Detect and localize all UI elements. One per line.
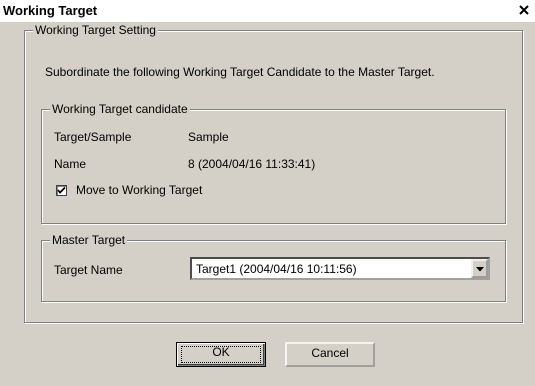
title-bar[interactable]: Working Target <box>0 0 535 22</box>
target-name-dropdown[interactable]: Target1 (2004/04/16 10:11:56) <box>190 257 490 280</box>
group-label-master-target: Master Target <box>50 233 128 247</box>
target-name-label: Target Name <box>54 263 123 277</box>
focus-rectangle <box>181 346 261 363</box>
master-target-group: Master Target Target Name Target1 (2004/… <box>41 233 506 302</box>
target-name-selected-value: Target1 (2004/04/16 10:11:56) <box>196 262 357 276</box>
working-target-setting-group: Working Target Setting Subordinate the f… <box>24 23 523 323</box>
cancel-button[interactable]: Cancel <box>285 342 375 367</box>
chevron-down-icon <box>476 267 484 272</box>
name-value: 8 (2004/04/16 11:33:41) <box>188 157 316 171</box>
dialog-body: Working Target Setting Subordinate the f… <box>0 22 535 386</box>
description-text: Subordinate the following Working Target… <box>45 65 435 79</box>
ok-button[interactable]: OK <box>176 342 266 367</box>
group-label-candidate: Working Target candidate <box>50 102 190 116</box>
dropdown-button[interactable] <box>471 259 488 278</box>
target-sample-label: Target/Sample <box>54 130 132 144</box>
window-title: Working Target <box>3 3 98 18</box>
target-sample-value: Sample <box>188 130 229 144</box>
name-label: Name <box>54 157 87 171</box>
checkmark-icon <box>57 186 66 194</box>
move-to-working-target-checkbox[interactable] <box>56 185 67 196</box>
group-label-working-target-setting: Working Target Setting <box>33 23 158 37</box>
working-target-candidate-group: Working Target candidate Target/Sample S… <box>41 102 506 224</box>
close-icon[interactable] <box>516 3 532 17</box>
dialog-window: Working Target Working Target Setting Su… <box>0 0 535 386</box>
cancel-button-label: Cancel <box>311 346 349 360</box>
move-to-working-target-label[interactable]: Move to Working Target <box>76 183 202 197</box>
